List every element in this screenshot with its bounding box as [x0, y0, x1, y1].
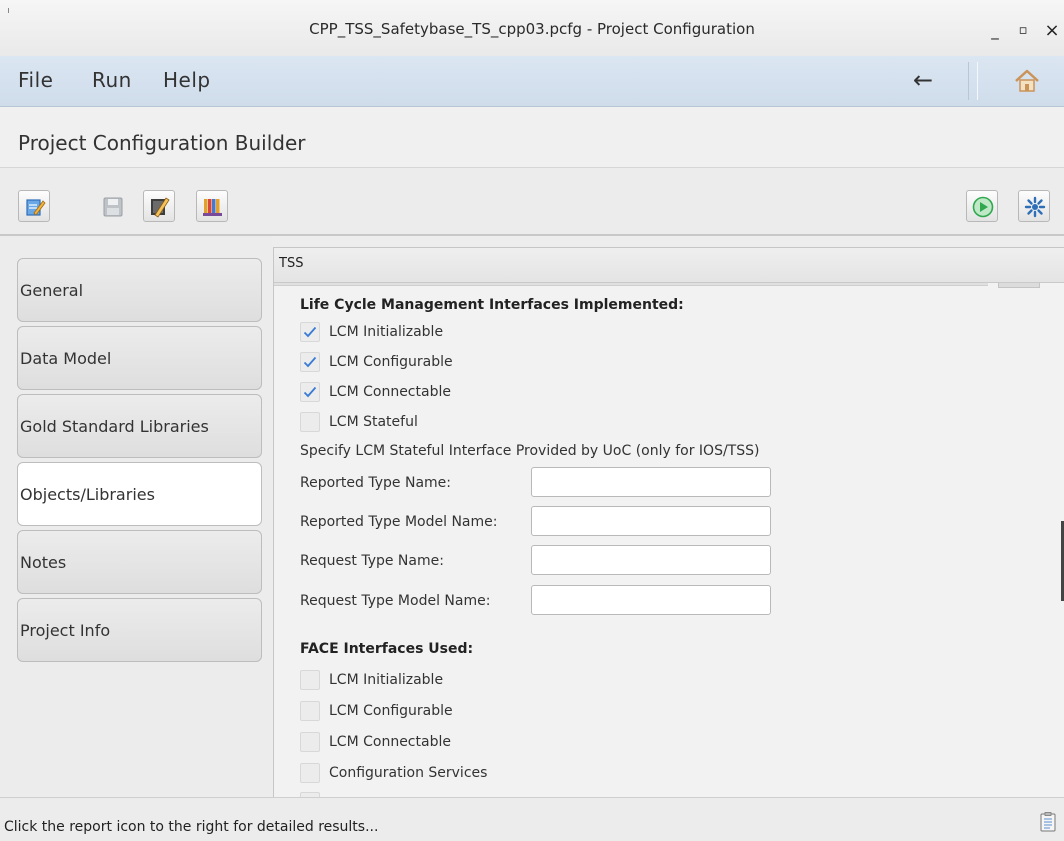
- face-lcm-connectable-checkbox[interactable]: LCM Connectable: [300, 731, 451, 753]
- checkbox[interactable]: [300, 382, 320, 402]
- save-icon[interactable]: [96, 190, 128, 222]
- request-type-model-name-input[interactable]: [531, 585, 771, 615]
- home-icon[interactable]: [1012, 67, 1042, 95]
- menu-bar: File Run Help ←: [0, 56, 1064, 107]
- check-icon: [303, 356, 317, 368]
- lcm-section-title: Life Cycle Management Interfaces Impleme…: [300, 297, 684, 313]
- checkbox[interactable]: [300, 322, 320, 342]
- face-configuration-services-checkbox[interactable]: Configuration Services: [300, 762, 487, 784]
- run-icon[interactable]: [966, 190, 998, 222]
- checkbox-label: Configuration Services: [329, 765, 488, 781]
- menu-help[interactable]: Help: [163, 68, 211, 92]
- checkbox-label: LCM Connectable: [329, 734, 451, 750]
- checkbox-label: LCM Configurable: [329, 354, 453, 370]
- maximize-button[interactable]: ▫: [1012, 20, 1034, 42]
- tab-label: TSS: [279, 256, 304, 271]
- horizontal-divider: [274, 283, 988, 286]
- nav-item-objects-libraries[interactable]: Objects/Libraries: [17, 462, 262, 526]
- nav-item-label: Project Info: [20, 620, 111, 640]
- request-type-name-input[interactable]: [531, 545, 771, 575]
- nav-item-notes[interactable]: Notes: [17, 530, 262, 594]
- checkbox[interactable]: [300, 701, 320, 721]
- face-lcm-initializable-checkbox[interactable]: LCM Initializable: [300, 669, 443, 691]
- window-titlebar: CPP_TSS_Safetybase_TS_cpp03.pcfg - Proje…: [0, 0, 1064, 57]
- checkbox[interactable]: [300, 352, 320, 372]
- reported-type-name-input[interactable]: [531, 467, 771, 497]
- nav-item-label: Data Model: [20, 348, 112, 368]
- nav-item-label: Notes: [20, 552, 67, 572]
- face-lcm-configurable-checkbox[interactable]: LCM Configurable: [300, 700, 453, 722]
- status-bar: Click the report icon to the right for d…: [0, 797, 1064, 841]
- nav-item-data-model[interactable]: Data Model: [17, 326, 262, 390]
- lcm-connectable-checkbox[interactable]: LCM Connectable: [300, 381, 451, 403]
- window-title: CPP_TSS_Safetybase_TS_cpp03.pcfg - Proje…: [309, 20, 755, 38]
- back-arrow-icon[interactable]: ←: [906, 65, 940, 95]
- lcm-stateful-checkbox[interactable]: LCM Stateful: [300, 411, 418, 433]
- check-icon: [303, 386, 317, 398]
- scroll-area[interactable]: Life Cycle Management Interfaces Impleme…: [274, 283, 1064, 797]
- lcm-initializable-checkbox[interactable]: LCM Initializable: [300, 321, 443, 343]
- content-panel: TSS Life Cycle Management Interfaces Imp…: [273, 247, 1064, 797]
- scroll-handle[interactable]: [998, 283, 1040, 288]
- checkbox-label: LCM Configurable: [329, 703, 453, 719]
- report-icon[interactable]: [1040, 812, 1056, 832]
- check-icon: [303, 326, 317, 338]
- nav-item-label: General: [20, 280, 84, 300]
- reported-type-name-label: Reported Type Name:: [300, 475, 451, 491]
- page-title: Project Configuration Builder: [18, 131, 306, 155]
- menu-separator: [968, 62, 978, 100]
- close-button[interactable]: ×: [1041, 20, 1063, 42]
- stateful-note: Specify LCM Stateful Interface Provided …: [300, 443, 760, 459]
- settings-icon[interactable]: [1018, 190, 1050, 222]
- menu-file[interactable]: File: [18, 68, 53, 92]
- minimize-button[interactable]: _: [984, 20, 1006, 42]
- reported-type-model-name-label: Reported Type Model Name:: [300, 514, 498, 530]
- edit-file-icon[interactable]: [143, 190, 175, 222]
- checkbox[interactable]: [300, 670, 320, 690]
- toolbar: [0, 168, 1064, 236]
- side-nav: General Data Model Gold Standard Librari…: [0, 236, 272, 796]
- checkbox[interactable]: [300, 412, 320, 432]
- edit-config-icon[interactable]: [18, 190, 50, 222]
- reported-type-model-name-input[interactable]: [531, 506, 771, 536]
- checkbox[interactable]: [300, 732, 320, 752]
- face-section-title: FACE Interfaces Used:: [300, 641, 474, 657]
- window-corner-mark: [8, 8, 9, 13]
- checkbox-label: LCM Initializable: [329, 324, 444, 340]
- menu-run[interactable]: Run: [92, 68, 132, 92]
- library-icon[interactable]: [196, 190, 228, 222]
- request-type-model-name-label: Request Type Model Name:: [300, 593, 491, 609]
- checkbox[interactable]: [300, 763, 320, 783]
- checkbox-label: LCM Connectable: [329, 384, 451, 400]
- request-type-name-label: Request Type Name:: [300, 553, 444, 569]
- lcm-configurable-checkbox[interactable]: LCM Configurable: [300, 351, 453, 373]
- status-message: Click the report icon to the right for d…: [4, 819, 379, 835]
- nav-item-label: Gold Standard Libraries: [20, 416, 209, 436]
- nav-item-project-info[interactable]: Project Info: [17, 598, 262, 662]
- nav-item-gold-standard-libraries[interactable]: Gold Standard Libraries: [17, 394, 262, 458]
- tab-tss[interactable]: TSS: [274, 248, 1064, 283]
- nav-item-label: Objects/Libraries: [20, 484, 155, 504]
- nav-item-general[interactable]: General: [17, 258, 262, 322]
- builder-header: Project Configuration Builder: [0, 107, 1064, 168]
- checkbox-label: LCM Stateful: [329, 414, 418, 430]
- checkbox-label: LCM Initializable: [329, 672, 444, 688]
